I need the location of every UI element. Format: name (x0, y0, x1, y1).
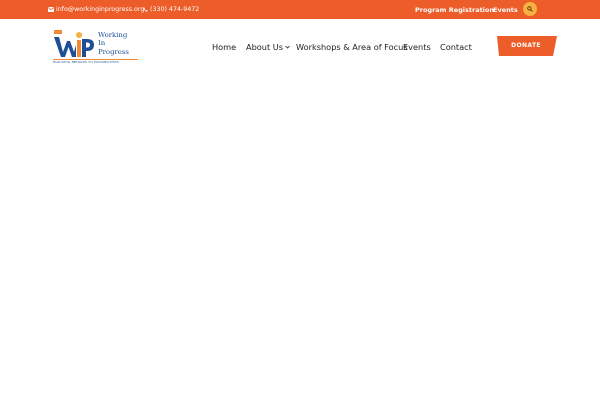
phone-link[interactable]: (330) 474-9472 (143, 5, 199, 14)
search-icon (527, 6, 533, 12)
donate-button[interactable]: DONATE (497, 36, 557, 56)
logo-word: Progress (98, 47, 129, 56)
program-registration-link[interactable]: Program Registration (415, 5, 494, 15)
chevron-down-icon (285, 45, 290, 49)
site-logo[interactable]: Working In Progress BUILDING BRIDGES TO … (51, 28, 139, 68)
nav-about-us[interactable]: About Us (246, 42, 290, 52)
phone-icon (143, 7, 148, 12)
nav-contact[interactable]: Contact (440, 42, 472, 52)
search-button[interactable] (523, 2, 537, 16)
logo-word: In (98, 39, 106, 48)
nav-events[interactable]: Events (403, 42, 431, 52)
phone-text: (330) 474-9472 (150, 6, 200, 13)
donate-label: DONATE (511, 42, 541, 49)
logo-tagline: BUILDING BRIDGES TO POSSIBILITIES (53, 59, 138, 64)
email-text: info@workinginprogress.org (56, 6, 145, 13)
logo-wordmark: Working In Progress (98, 31, 129, 56)
email-link[interactable]: info@workinginprogress.org (48, 5, 144, 14)
envelope-icon (48, 7, 54, 12)
logo-word: Working (98, 31, 128, 39)
nav-about-us-label: About Us (246, 42, 284, 52)
nav-home[interactable]: Home (212, 42, 236, 52)
top-bar: info@workinginprogress.org (330) 474-947… (0, 0, 600, 19)
nav-workshops[interactable]: Workshops & Area of Focus (296, 42, 408, 52)
events-top-link[interactable]: Events (493, 5, 518, 15)
